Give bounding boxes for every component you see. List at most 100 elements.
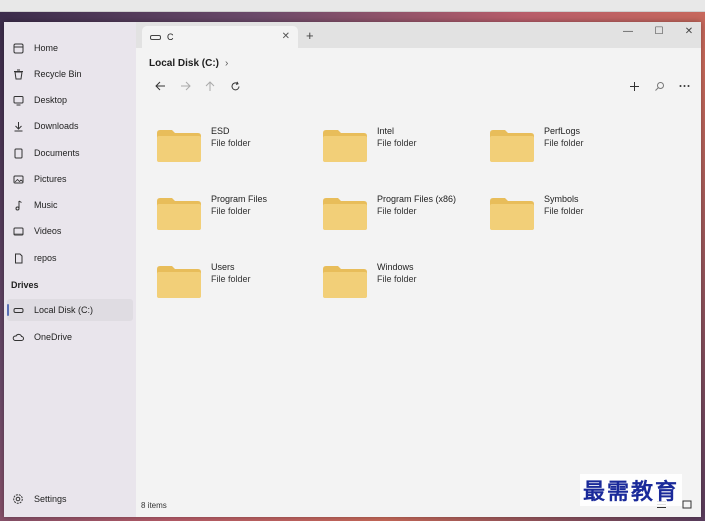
chevron-right-icon: › — [225, 58, 229, 69]
tab-strip: C ✕ + — ☐ ✕ — [136, 22, 701, 48]
new-tab-button[interactable]: + — [306, 28, 314, 43]
sidebar-item-local-disk[interactable]: Local Disk (C:) — [7, 299, 133, 321]
sidebar-item-label: Local Disk (C:) — [34, 305, 94, 315]
folder-item-users[interactable]: Users File folder — [157, 262, 307, 306]
search-icon — [654, 81, 664, 91]
plus-icon — [629, 81, 639, 91]
sidebar-item-label: Desktop — [34, 95, 68, 105]
sidebar-item-label: Pictures — [34, 174, 67, 184]
watermark-text: 最需教育 — [580, 474, 683, 506]
sidebar-item-pictures[interactable]: Pictures — [7, 168, 133, 190]
sidebar: Home Recycle Bin Desktop Downloads Docum… — [4, 22, 136, 517]
files-app-window: Home Recycle Bin Desktop Downloads Docum… — [4, 22, 701, 517]
tiles-view-button[interactable] — [682, 500, 692, 511]
sidebar-item-onedrive[interactable]: OneDrive — [7, 326, 133, 348]
desktop-icon — [12, 94, 24, 106]
sidebar-item-label: Videos — [34, 226, 62, 236]
folder-type: File folder — [211, 206, 251, 216]
sidebar-item-label: OneDrive — [34, 332, 73, 342]
folder-icon — [490, 130, 534, 162]
folder-name: Users — [211, 262, 235, 272]
tab-c[interactable]: C ✕ — [142, 26, 298, 48]
music-icon — [12, 199, 24, 211]
folder-item-esd[interactable]: ESD File folder — [157, 126, 307, 170]
folder-item-symbols[interactable]: Symbols File folder — [490, 194, 640, 238]
folder-name: Program Files (x86) — [377, 194, 457, 204]
status-item-count: 8 items — [141, 501, 167, 510]
sidebar-item-desktop[interactable]: Desktop — [7, 89, 133, 111]
folder-type: File folder — [211, 138, 251, 148]
video-icon — [12, 225, 24, 237]
forward-button[interactable] — [176, 77, 194, 95]
folder-item-windows[interactable]: Windows File folder — [323, 262, 473, 306]
drive-icon — [12, 304, 24, 316]
folder-type: File folder — [211, 274, 251, 284]
folder-item-program-files[interactable]: Program Files File folder — [157, 194, 307, 238]
minimize-button[interactable]: — — [618, 26, 638, 37]
tab-title: C — [167, 32, 174, 42]
sidebar-item-label: Music — [34, 200, 58, 210]
home-icon — [12, 42, 24, 54]
settings-label: Settings — [34, 494, 67, 504]
folder-name: PerfLogs — [544, 126, 581, 136]
sidebar-item-label: repos — [34, 253, 57, 263]
folder-icon — [323, 266, 367, 298]
up-button[interactable] — [201, 77, 219, 95]
sidebar-item-label: Home — [34, 43, 59, 53]
refresh-button[interactable] — [226, 77, 244, 95]
folder-type: File folder — [544, 206, 584, 216]
document-icon — [12, 147, 24, 159]
folder-name: Windows — [377, 262, 414, 272]
main-area: C ✕ + — ☐ ✕ Local Disk (C:) › ESD File f… — [136, 22, 701, 517]
sidebar-item-music[interactable]: Music — [7, 194, 133, 216]
folder-icon — [157, 198, 201, 230]
folder-item-perflogs[interactable]: PerfLogs File folder — [490, 126, 640, 170]
refresh-icon — [231, 81, 239, 90]
folder-name: Intel — [377, 126, 395, 136]
folder-name: Program Files — [211, 194, 268, 204]
arrow-left-icon — [154, 81, 165, 91]
maximize-button[interactable]: ☐ — [649, 26, 669, 37]
folder-icon — [157, 130, 201, 162]
more-icon — [679, 85, 689, 87]
sidebar-item-label: Recycle Bin — [34, 69, 82, 79]
sidebar-item-repos[interactable]: repos — [7, 247, 133, 269]
tiles-view-icon — [682, 500, 692, 509]
content-pane: Local Disk (C:) › ESD File folder Intel … — [136, 48, 701, 517]
picture-icon — [12, 173, 24, 185]
sidebar-item-documents[interactable]: Documents — [7, 142, 133, 164]
new-item-button[interactable] — [625, 77, 643, 95]
folder-icon — [490, 198, 534, 230]
folder-item-intel[interactable]: Intel File folder — [323, 126, 473, 170]
breadcrumb-current[interactable]: Local Disk (C:) — [149, 58, 219, 69]
breadcrumb[interactable]: Local Disk (C:) › — [149, 58, 228, 69]
folder-icon — [323, 198, 367, 230]
arrow-right-icon — [180, 81, 191, 91]
sidebar-item-recycle-bin[interactable]: Recycle Bin — [7, 63, 133, 85]
cloud-icon — [12, 331, 24, 343]
folder-type: File folder — [377, 274, 417, 284]
folder-type: File folder — [377, 206, 417, 216]
top-edge-bar — [0, 0, 705, 12]
sidebar-item-label: Downloads — [34, 121, 79, 131]
folder-item-program-files-x86[interactable]: Program Files (x86) File folder — [323, 194, 473, 238]
folder-icon — [323, 130, 367, 162]
more-options-button[interactable] — [675, 77, 693, 95]
folder-name: ESD — [211, 126, 230, 136]
settings-button[interactable]: Settings — [7, 488, 133, 510]
folder-icon — [157, 266, 201, 298]
close-tab-icon[interactable]: ✕ — [282, 31, 290, 42]
sidebar-item-downloads[interactable]: Downloads — [7, 115, 133, 137]
arrow-up-icon — [205, 80, 215, 91]
file-icon — [12, 252, 24, 264]
back-button[interactable] — [151, 77, 169, 95]
folder-type: File folder — [544, 138, 584, 148]
sidebar-item-home[interactable]: Home — [7, 37, 133, 59]
folder-type: File folder — [377, 138, 417, 148]
drive-icon — [150, 33, 161, 42]
close-window-button[interactable]: ✕ — [679, 26, 699, 37]
search-button[interactable] — [650, 77, 668, 95]
drives-section-title: Drives — [11, 280, 39, 290]
sidebar-item-videos[interactable]: Videos — [7, 220, 133, 242]
download-icon — [12, 120, 24, 132]
